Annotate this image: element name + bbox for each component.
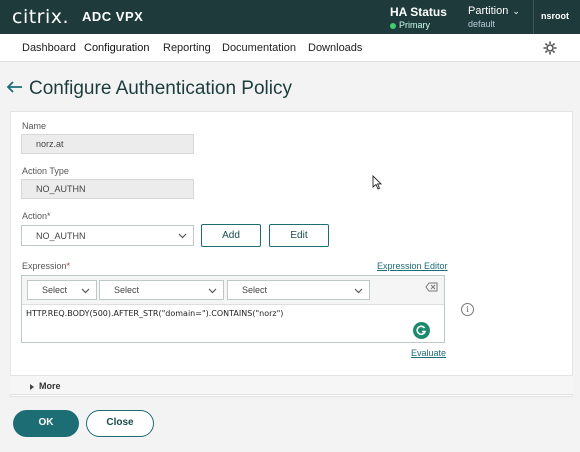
main-nav: Dashboard Configuration Reporting Docume… bbox=[0, 34, 580, 62]
mouse-cursor-icon bbox=[372, 175, 382, 190]
action-select[interactable]: NO_AUTHN bbox=[21, 225, 194, 246]
expression-toolbar: Select Select Select bbox=[22, 276, 444, 305]
action-type-label: Action Type bbox=[22, 166, 69, 176]
action-type-field: NO_AUTHN bbox=[21, 179, 194, 199]
partition-value: default bbox=[468, 19, 496, 29]
expression-editor: Select Select Select HTTP.REQ.BODY(500).… bbox=[21, 275, 445, 343]
clear-expression-icon[interactable] bbox=[425, 282, 438, 292]
expression-editor-link[interactable]: Expression Editor bbox=[377, 261, 448, 271]
status-dot-icon bbox=[390, 22, 396, 29]
expression-select-2[interactable]: Select bbox=[99, 280, 224, 300]
ha-status-title: HA Status bbox=[390, 5, 447, 19]
expression-select-1[interactable]: Select bbox=[27, 280, 97, 300]
partition-selector[interactable]: Partition ⌄ default bbox=[468, 5, 520, 29]
ha-status-value: Primary bbox=[399, 20, 430, 30]
more-section[interactable]: More bbox=[10, 375, 573, 395]
edit-button[interactable]: Edit bbox=[269, 224, 329, 247]
add-button[interactable]: Add bbox=[201, 224, 261, 247]
ha-status[interactable]: HA Status Primary bbox=[390, 5, 447, 30]
divider bbox=[533, 0, 534, 34]
grammarly-icon[interactable] bbox=[413, 322, 430, 339]
chevron-down-icon: ⌄ bbox=[512, 6, 520, 16]
chevron-down-icon bbox=[178, 233, 187, 239]
user-menu[interactable]: nsroot bbox=[541, 11, 569, 21]
citrix-logo: citrix. bbox=[12, 6, 70, 28]
expression-select-3[interactable]: Select bbox=[227, 280, 370, 300]
nav-reporting[interactable]: Reporting bbox=[163, 42, 211, 54]
expression-input[interactable]: HTTP.REQ.BODY(500).AFTER_STR("domain=").… bbox=[26, 309, 283, 318]
product-name: ADC VPX bbox=[82, 9, 144, 24]
page-title: Configure Authentication Policy bbox=[29, 78, 292, 99]
nav-downloads[interactable]: Downloads bbox=[308, 42, 362, 54]
name-field: norz.at bbox=[21, 134, 194, 154]
nav-dashboard[interactable]: Dashboard bbox=[22, 42, 76, 54]
chevron-down-icon bbox=[81, 288, 90, 294]
chevron-down-icon bbox=[208, 288, 217, 294]
partition-title: Partition bbox=[468, 5, 509, 17]
expression-label: Expression* bbox=[22, 261, 71, 271]
name-label: Name bbox=[22, 121, 47, 131]
nav-documentation[interactable]: Documentation bbox=[222, 42, 296, 54]
close-button[interactable]: Close bbox=[86, 410, 154, 437]
top-header: citrix. ADC VPX HA Status Primary Partit… bbox=[0, 0, 580, 34]
expand-triangle-icon bbox=[30, 383, 34, 390]
action-label: Action* bbox=[22, 211, 51, 221]
info-icon[interactable]: i bbox=[461, 303, 474, 316]
nav-configuration[interactable]: Configuration bbox=[84, 42, 149, 54]
more-label: More bbox=[39, 381, 61, 391]
back-arrow-icon[interactable] bbox=[6, 78, 24, 96]
evaluate-link[interactable]: Evaluate bbox=[411, 348, 446, 358]
action-select-value: NO_AUTHN bbox=[36, 231, 86, 241]
gear-icon[interactable] bbox=[542, 40, 558, 56]
ok-button[interactable]: OK bbox=[13, 410, 79, 437]
chevron-down-icon bbox=[354, 288, 363, 294]
